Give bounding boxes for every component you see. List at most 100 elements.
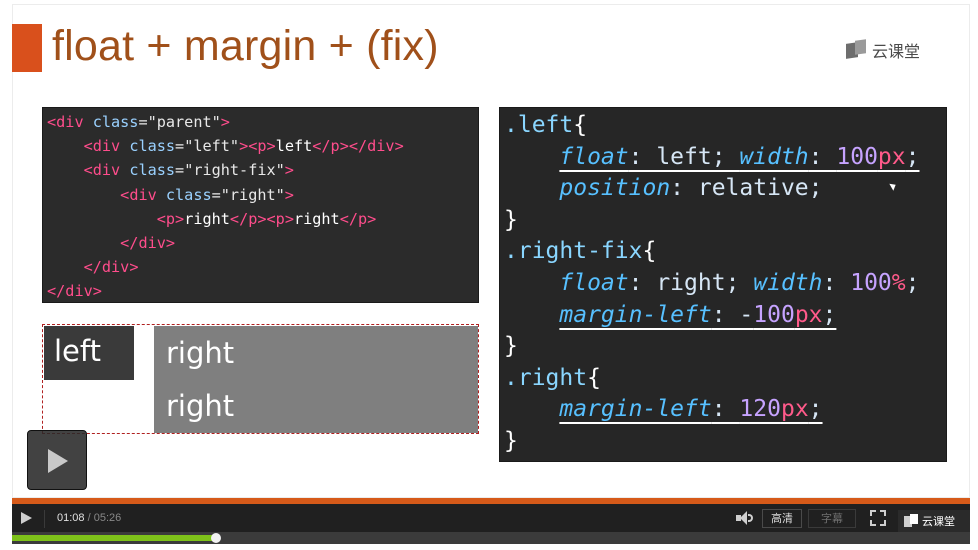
html_code-token: >: [284, 185, 294, 204]
html-code-text: <div class="parent"> <div class="left"><…: [43, 108, 478, 304]
html_code-line: <div class="left"><p>left</p></div>: [47, 134, 478, 158]
html_code-token: >: [129, 258, 139, 277]
player-brand[interactable]: 云课堂: [898, 510, 970, 532]
css_code-token: .right: [504, 364, 588, 391]
html_code-token: [47, 234, 120, 252]
fullscreen-icon[interactable]: [870, 510, 886, 526]
css_code-token: float: [559, 269, 629, 296]
html_code-token: right: [293, 209, 340, 228]
time-display: 01:08 / 05:26: [57, 512, 121, 524]
css_code-token: : left;: [628, 143, 740, 170]
html_code-token: >: [284, 161, 294, 180]
css_code-token: [504, 302, 559, 328]
html_code-token: div: [92, 161, 121, 180]
css_code-line: margin-left: -100px;: [504, 300, 946, 332]
css_code-line: .right-fix{: [504, 236, 946, 268]
html_code-token: >: [92, 282, 102, 301]
css_code-token: 100: [753, 301, 795, 328]
html_code-token: div: [56, 113, 84, 131]
html_code-token: p: [248, 209, 258, 228]
subtitle-button[interactable]: 字幕: [808, 509, 856, 528]
css_code-line: position: relative;: [504, 173, 946, 205]
css_code-token: width: [739, 143, 809, 170]
current-time: 01:08: [57, 512, 85, 524]
demo-left-box: left: [44, 326, 134, 380]
html_code-token: <: [47, 113, 57, 131]
css_code-token: {: [587, 364, 601, 391]
css_code-token: [504, 270, 559, 296]
html_code-token: >: [367, 209, 377, 228]
css_code-token: }: [504, 427, 518, 454]
html_code-token: >: [175, 209, 185, 228]
progress-fill: [12, 535, 216, 541]
css_code-line: }: [504, 205, 946, 237]
html_code-token: [47, 161, 84, 179]
css_code-token: margin-left: [559, 301, 712, 328]
demo-right-text-2: right: [166, 389, 235, 423]
html_code-token: </: [83, 258, 102, 277]
css_code-token: 100: [850, 269, 892, 296]
big-play-button[interactable]: [27, 430, 87, 490]
html_code-line: <div class="right-fix">: [47, 158, 478, 182]
css_code-token: ;: [822, 301, 837, 328]
html_code-token: <: [83, 137, 93, 156]
video-frame: float + margin + (fix) 云课堂 <div class="p…: [0, 0, 978, 550]
css_code-token: margin-left: [559, 396, 712, 423]
css-code-block: .left{ float: left; width: 100px; positi…: [499, 107, 947, 462]
css_code-line: margin-left: 120px;: [504, 394, 946, 426]
css_code-token: ;: [808, 396, 823, 423]
css_code-token: [504, 144, 559, 170]
css_code-line: float: left; width: 100px;: [504, 142, 946, 174]
html_code-token: class: [156, 185, 212, 204]
html-code-block: <div class="parent"> <div class="left"><…: [42, 107, 479, 303]
progress-handle[interactable]: [210, 533, 221, 543]
css_code-line: float: right; width: 100%;: [504, 268, 946, 300]
play-icon[interactable]: [21, 512, 32, 524]
html_code-token: </: [120, 234, 139, 253]
cloud-classroom-logo-icon: [846, 40, 866, 60]
progress-bar[interactable]: [12, 532, 970, 544]
html_code-token: </: [339, 209, 358, 228]
slide-title: float + margin + (fix): [52, 22, 439, 70]
html_code-token: >: [284, 209, 294, 228]
html_code-token: [47, 137, 84, 155]
css_code-token: 120: [739, 396, 781, 423]
css_code-token: }: [504, 333, 518, 360]
html_code-token: class: [83, 113, 139, 131]
html_code-token: [47, 210, 157, 228]
html_code-line: <p>right</p><p>right</p>: [47, 207, 478, 231]
html_code-token: p: [257, 137, 267, 156]
html_code-token: div: [129, 185, 157, 204]
css_code-token: {: [573, 112, 588, 138]
layout-demo: left right right: [42, 324, 479, 434]
html_code-token: ="parent": [138, 113, 221, 131]
html_code-token: p: [165, 209, 176, 228]
demo-right-box: right right: [154, 326, 478, 433]
html_code-token: ></: [339, 137, 368, 156]
css_code-line: .left{: [504, 110, 946, 142]
html_code-token: p: [330, 137, 340, 156]
css_code-token: %: [891, 269, 906, 296]
html_code-token: >: [394, 137, 404, 156]
css_code-token: {: [642, 238, 657, 265]
html_code-token: <: [120, 185, 130, 204]
css_code-token: px: [780, 396, 809, 423]
slide-brand: 云课堂: [846, 38, 920, 62]
html_code-token: left: [275, 137, 313, 156]
divider: [44, 510, 45, 528]
html_code-token: class: [120, 161, 176, 180]
html_code-token: >: [266, 137, 276, 156]
html_code-token: [47, 258, 84, 276]
html_code-token: ="left": [175, 137, 240, 156]
volume-icon[interactable]: [736, 510, 753, 526]
css-code-text: .left{ float: left; width: 100px; positi…: [500, 108, 946, 458]
html_code-line: <div class="right">: [47, 183, 478, 207]
css_code-line: }: [504, 331, 946, 363]
quality-button[interactable]: 高清: [762, 509, 802, 528]
html_code-token: p: [275, 209, 285, 228]
slide-brand-text: 云课堂: [872, 42, 921, 61]
html_code-line: </div>: [47, 255, 478, 279]
html_code-token: </: [229, 209, 249, 228]
html_code-token: <: [156, 209, 166, 228]
html_code-token: ="right-fix": [175, 161, 285, 180]
